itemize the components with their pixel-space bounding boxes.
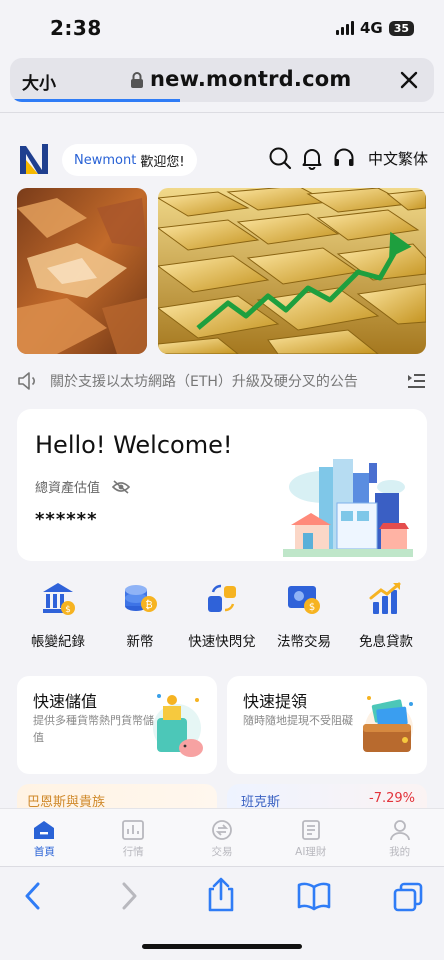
back-arrow-icon[interactable] xyxy=(22,881,44,911)
brand-name: Newmont xyxy=(74,152,137,168)
user-icon xyxy=(389,820,410,841)
app-tab-bar: 首頁 行情 交易 AI理財 我的 xyxy=(0,808,444,866)
tab-market[interactable]: 行情 xyxy=(89,809,177,866)
share-icon[interactable] xyxy=(206,877,236,913)
svg-text:$: $ xyxy=(65,605,71,615)
svg-text:₿: ₿ xyxy=(145,599,152,611)
welcome-pill: Newmont 歡迎您! xyxy=(62,144,197,176)
tabs-overview-icon[interactable] xyxy=(392,881,424,913)
welcome-title: Hello! Welcome! xyxy=(35,431,233,459)
wallet-illustration xyxy=(363,696,413,752)
city-illustration xyxy=(283,459,413,557)
battery-indicator: 35 xyxy=(388,20,414,36)
tab-label: 首頁 xyxy=(33,846,55,858)
list-menu-icon[interactable] xyxy=(406,372,426,390)
action-fiat-trade[interactable]: $ 法幣交易 xyxy=(263,580,345,650)
card-desc: 提供多種貨幣熱門貨幣儲值 xyxy=(33,714,154,744)
exchange-icon xyxy=(208,584,236,612)
search-icon[interactable] xyxy=(268,146,292,170)
card-title: 快速儲值 xyxy=(33,692,98,711)
status-time: 2:38 xyxy=(50,16,102,40)
fiat-icon: $ xyxy=(288,586,320,614)
forward-arrow-icon[interactable] xyxy=(118,881,140,911)
action-label: 帳變紀錄 xyxy=(31,634,85,650)
home-indicator xyxy=(142,944,302,949)
tab-trade[interactable]: 交易 xyxy=(178,809,266,866)
action-free-loan[interactable]: 免息貸款 xyxy=(345,580,427,650)
gold-ore-image xyxy=(17,188,147,354)
tab-profile[interactable]: 我的 xyxy=(356,809,444,866)
tab-label: 交易 xyxy=(211,846,233,858)
language-switch[interactable]: 中文繁体 xyxy=(368,148,428,169)
text-size-button[interactable]: 大小 xyxy=(22,69,56,94)
action-new-coin[interactable]: ₿ 新幣 xyxy=(99,580,181,650)
home-icon xyxy=(34,821,55,839)
gold-bars-chart-image xyxy=(158,188,426,354)
tab-label: 行情 xyxy=(122,846,144,858)
greeting-text: 歡迎您! xyxy=(140,154,185,170)
market-card-2[interactable]: 班克斯 -7.29% xyxy=(227,784,427,810)
eye-hidden-icon[interactable] xyxy=(112,479,131,494)
address-bar[interactable]: 大小 new.montrd.com xyxy=(10,58,434,102)
tab-label: AI理財 xyxy=(295,846,327,858)
market-card-1[interactable]: 巴恩斯與貴族 xyxy=(17,784,217,810)
gold-ore-banner[interactable] xyxy=(17,188,147,354)
tab-home[interactable]: 首頁 xyxy=(0,809,88,866)
market-chart-icon xyxy=(122,820,145,840)
bank-icon: $ xyxy=(43,583,75,615)
tab-ai-finance[interactable]: AI理財 xyxy=(267,809,355,866)
action-quick-swap[interactable]: 快速快閃兌 xyxy=(181,580,263,650)
page-load-progress xyxy=(10,99,180,102)
trade-cycle-icon xyxy=(212,820,232,840)
headset-icon[interactable] xyxy=(332,146,356,170)
loan-chart-icon xyxy=(369,582,401,614)
card-desc: 隨時隨地提現不受阻礙 xyxy=(243,714,353,727)
newmont-logo[interactable] xyxy=(18,142,50,176)
coins-icon: ₿ xyxy=(125,585,157,612)
quick-actions: $ 帳變紀錄 ₿ 新幣 快速快閃兌 $ 法幣交易 免息貸款 xyxy=(17,580,427,650)
welcome-card: Hello! Welcome! 總資產估值 ****** xyxy=(17,409,427,561)
assets-value: ****** xyxy=(35,509,98,530)
action-label: 快速快閃兌 xyxy=(188,634,256,650)
network-type: 4G xyxy=(359,19,383,37)
close-icon[interactable] xyxy=(398,69,420,91)
announcement-text[interactable]: 關於支援以太坊網路（ETH）升級及硬分叉的公告 xyxy=(50,371,396,391)
app-header: Newmont 歡迎您! 中文繁体 xyxy=(18,140,428,180)
bell-icon[interactable] xyxy=(300,146,324,170)
action-label: 免息貸款 xyxy=(359,634,413,650)
divider xyxy=(0,112,444,113)
stock-change: -7.29% xyxy=(369,791,415,806)
lock-icon xyxy=(131,72,143,88)
piggy-bank-illustration xyxy=(153,694,203,757)
status-bar: 2:38 4G 35 xyxy=(0,0,444,56)
cellular-signal-icon xyxy=(335,21,354,35)
gold-bars-banner[interactable] xyxy=(158,188,426,354)
quick-deposit-card[interactable]: 快速儲值 提供多種貨幣熱門貨幣儲值 xyxy=(17,676,217,774)
quick-withdraw-card[interactable]: 快速提領 隨時隨地提現不受阻礙 xyxy=(227,676,427,774)
action-account-history[interactable]: $ 帳變紀錄 xyxy=(17,580,99,650)
svg-text:$: $ xyxy=(309,602,315,613)
action-label: 法幣交易 xyxy=(277,634,331,650)
card-title: 快速提領 xyxy=(243,692,308,711)
bookmarks-icon[interactable] xyxy=(296,881,332,911)
document-icon xyxy=(301,820,320,840)
url-text[interactable]: new.montrd.com xyxy=(150,67,351,91)
announcement-bar[interactable]: 關於支援以太坊網路（ETH）升級及硬分叉的公告 xyxy=(16,366,430,396)
speaker-icon xyxy=(18,372,35,390)
action-label: 新幣 xyxy=(126,634,154,650)
assets-label: 總資產估值 xyxy=(35,481,101,496)
tab-label: 我的 xyxy=(389,846,411,858)
